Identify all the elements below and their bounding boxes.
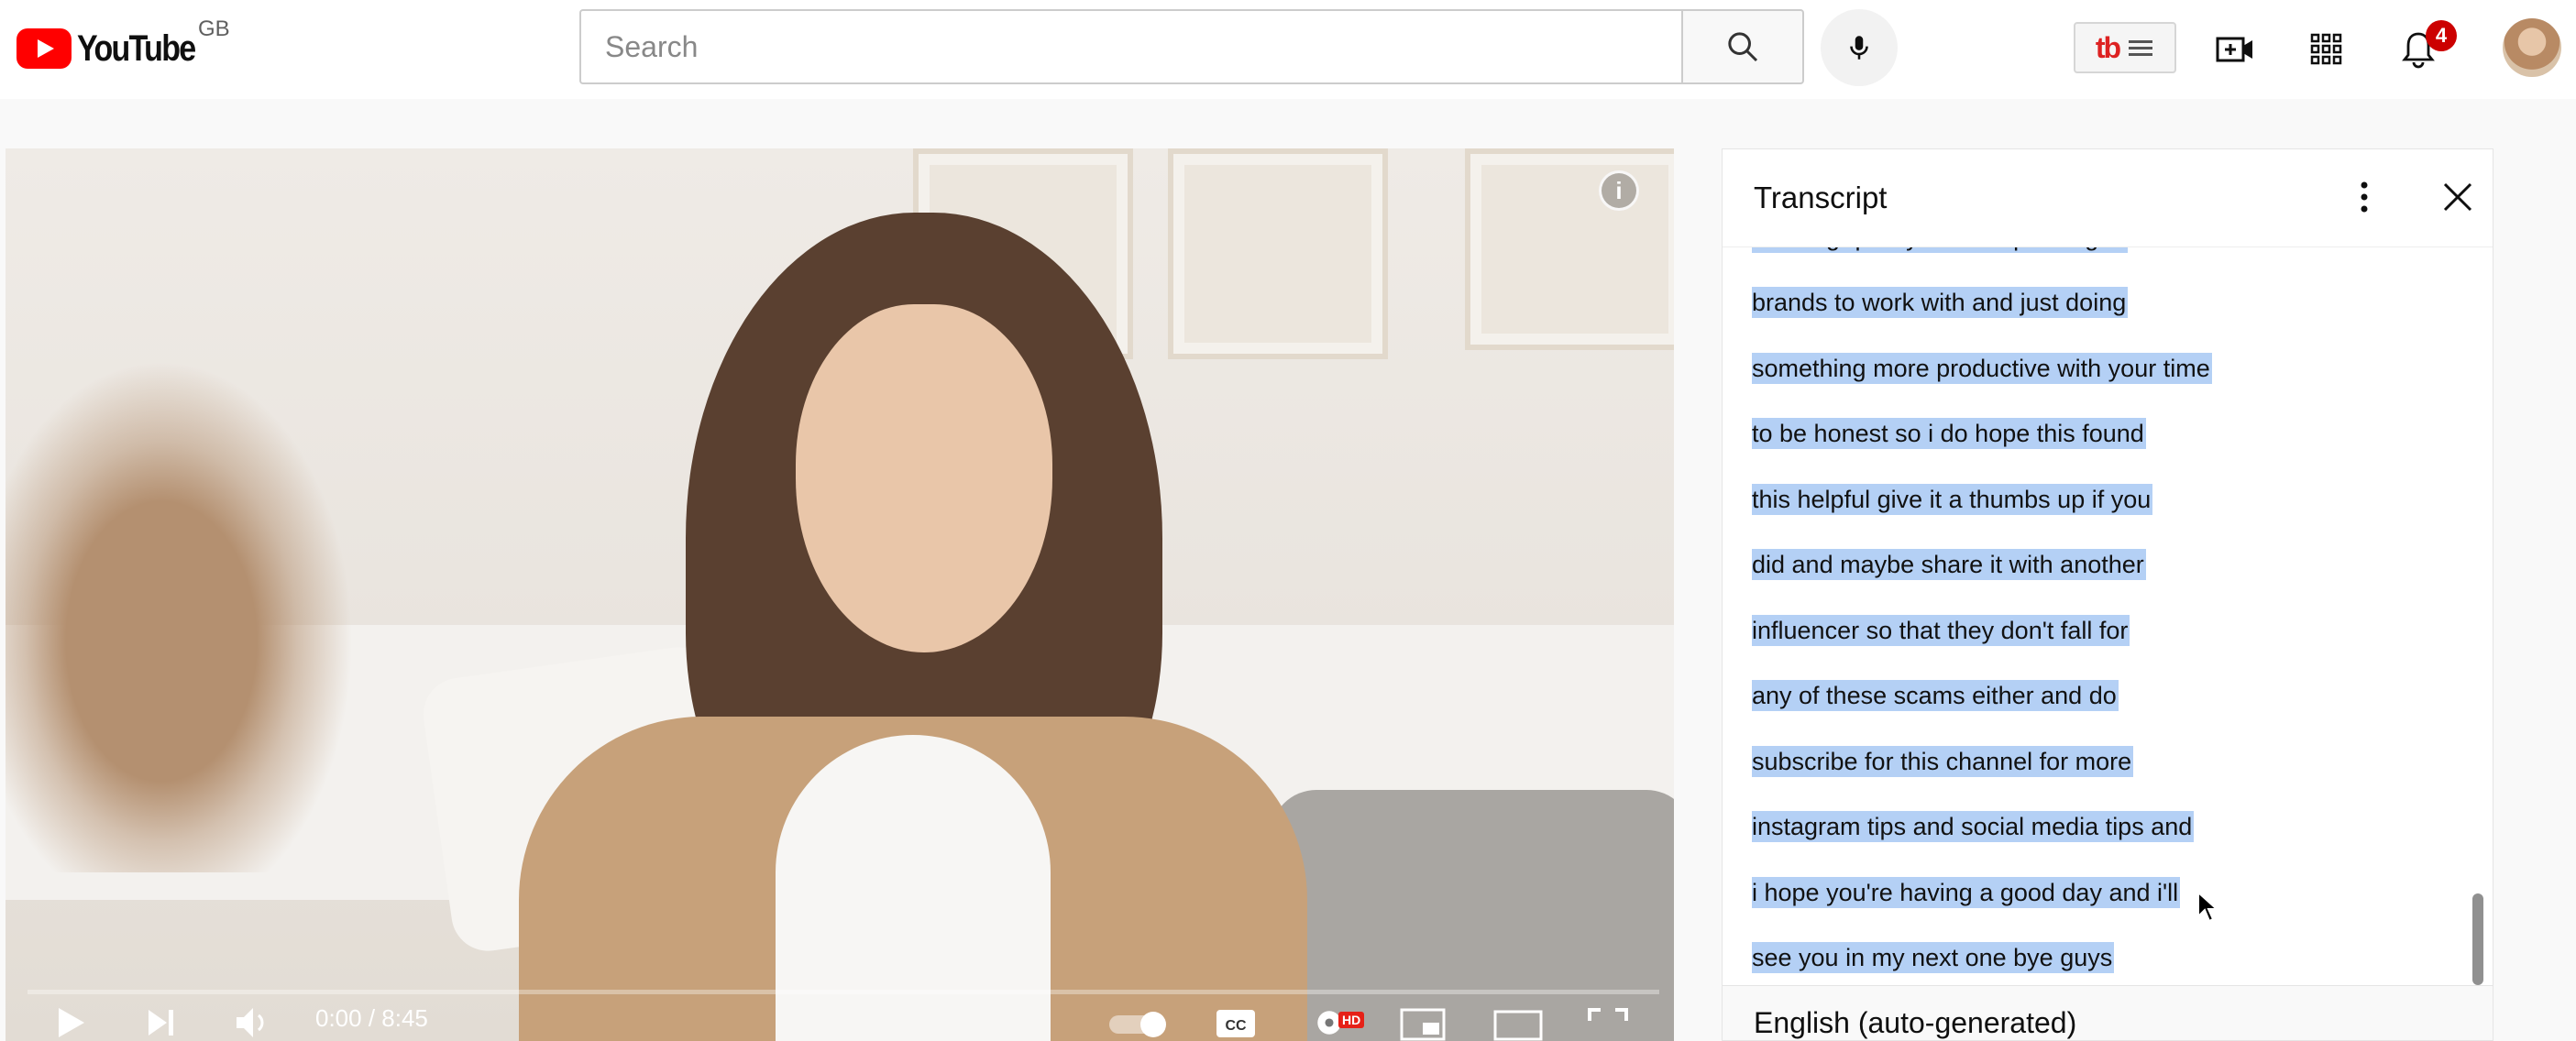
transcript-text: brands to work with and just doing [1752,287,2129,319]
transcript-segment[interactable]: i hope you're having a good day and i'll [1752,860,2449,926]
mic-icon [1850,36,1868,60]
transcript-close-button[interactable] [2436,175,2480,219]
hamburger-menu-icon [2129,40,2153,56]
transcript-header: Transcript [1723,149,2493,247]
mouse-cursor-icon [2197,891,2219,923]
autoplay-toggle[interactable] [1106,1004,1173,1041]
transcript-segment[interactable]: subscribe for this channel for more [1752,729,2449,794]
next-button[interactable] [143,1004,180,1041]
transcript-text: to be honest so i do hope this found [1752,418,2146,450]
notification-count-badge: 4 [2426,20,2457,51]
apps-button[interactable] [2299,22,2354,77]
more-vertical-icon [2361,181,2368,213]
play-button[interactable] [53,1004,90,1041]
pampas-grass [6,359,354,872]
next-icon [149,1010,173,1036]
search-box[interactable] [579,9,1681,84]
transcript-language-select[interactable]: English (auto-generated) [1754,1006,2076,1040]
tubebuddy-extension-button[interactable]: tb [2074,22,2176,73]
pillow-right [1271,790,1674,1041]
transcript-title: Transcript [1754,181,1888,214]
transcript-segment[interactable]: to be honest so i do hope this found [1752,401,2449,467]
transcript-footer: English (auto-generated) [1723,985,2493,1040]
transcript-segment[interactable]: see you in my next one bye guys [1752,926,2449,992]
transcript-text: any of these scams either and do [1752,680,2119,712]
transcript-panel: creating quality content pitching to bra… [1722,148,2493,1041]
search-input[interactable] [581,11,1681,82]
youtube-logo[interactable]: YouTube [17,26,215,71]
transcript-segment[interactable]: instagram tips and social media tips and [1752,794,2449,860]
miniplayer-button[interactable] [1399,1004,1447,1041]
hd-badge: HD [1338,1012,1365,1028]
wall-art-2 [1168,148,1388,359]
transcript-text: see you in my next one bye guys [1752,942,2115,974]
cc-label: CC [1225,1018,1247,1034]
transcript-more-button[interactable] [2346,177,2383,217]
transcript-segment[interactable]: any of these scams either and do [1752,663,2449,729]
progress-bar[interactable] [28,990,1659,994]
create-button[interactable] [2207,22,2262,77]
wall-art-3 [1465,148,1674,350]
presenter-shirt [776,735,1051,1041]
voice-search-button[interactable] [1821,9,1898,86]
transcript-segment[interactable]: something more productive with your time [1752,335,2449,401]
transcript-segment-list: creating quality content pitching to bra… [1752,204,2449,991]
miniplayer-icon [1400,1008,1446,1041]
transcript-text: instagram tips and social media tips and [1752,811,2195,843]
youtube-play-icon [17,28,72,69]
video-player[interactable]: i 0:00 / 8:45 CC HD [6,148,1674,1041]
player-controls: 0:00 / 8:45 CC [6,1004,1674,1041]
transcript-scrollbar[interactable] [2472,893,2483,985]
mute-button[interactable] [233,1004,273,1041]
transcript-text: i hope you're having a good day and i'll [1752,876,2181,908]
search-icon [1728,32,1758,62]
transcript-segment[interactable]: did and maybe share it with another [1752,532,2449,598]
transcript-text: this helpful give it a thumbs up if you [1752,483,2153,515]
create-video-icon [2216,37,2252,62]
transcript-text: influencer so that they don't fall for [1752,614,2130,646]
fullscreen-icon [1588,1008,1628,1021]
apps-grid-icon [2310,33,2342,65]
info-card-button[interactable]: i [1599,170,1639,211]
transcript-segment[interactable]: brands to work with and just doing [1752,270,2449,336]
region-label: GB [198,16,230,41]
subtitles-button[interactable]: CC [1214,1004,1258,1041]
transcript-segment[interactable]: this helpful give it a thumbs up if you [1752,466,2449,532]
transcript-text: something more productive with your time [1752,352,2212,384]
closed-captions-icon: CC [1216,1010,1255,1037]
masthead: YouTube GB tb [0,0,2576,99]
tubebuddy-logo: tb [2095,30,2121,64]
volume-icon [237,1008,264,1037]
avatar[interactable] [2503,18,2561,77]
theater-mode-icon [1493,1010,1543,1041]
transcript-text: did and maybe share it with another [1752,549,2146,581]
logo-text: YouTube [77,27,196,69]
search-button[interactable] [1681,9,1804,84]
close-icon [2443,182,2472,212]
play-icon [59,1008,84,1037]
autoplay-toggle-icon [1109,1012,1166,1037]
transcript-segment[interactable]: influencer so that they don't fall for [1752,597,2449,663]
presenter-face [796,304,1052,652]
fullscreen-button[interactable] [1586,1004,1630,1041]
theater-mode-button[interactable] [1492,1004,1544,1041]
time-display: 0:00 / 8:45 [315,1004,428,1032]
transcript-text: subscribe for this channel for more [1752,745,2134,777]
